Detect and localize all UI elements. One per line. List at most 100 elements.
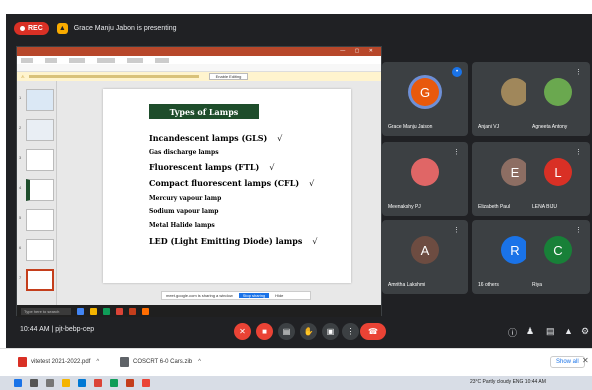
taskbar-app-icon bbox=[103, 307, 110, 315]
participant-name: 16 others bbox=[478, 282, 499, 288]
meet-window: REC ▲ Grace Manju Jabon is presenting — … bbox=[6, 14, 592, 348]
slide-title: Types of Lamps bbox=[149, 104, 259, 119]
lamp-item-text: Mercury vapour lamp bbox=[149, 195, 222, 202]
taskbar-app-icon bbox=[129, 307, 136, 315]
avatar bbox=[411, 158, 439, 186]
checkmark-icon: √ bbox=[309, 179, 315, 188]
participant-tile[interactable]: ⋮ Agneeta Antony bbox=[526, 62, 590, 136]
participant-tile[interactable]: A ⋮ Amritha Lakshmi bbox=[382, 220, 468, 294]
lamp-item: LED (Light Emitting Diode) lamps √ bbox=[149, 236, 317, 246]
lamp-item: Mercury vapour lamp bbox=[149, 195, 221, 202]
taskbar-app-icon bbox=[116, 307, 123, 315]
file-explorer-icon[interactable] bbox=[62, 379, 70, 387]
lamp-item-text: Compact fluorescent lamps (CFL) bbox=[149, 178, 300, 188]
avatar: R bbox=[501, 236, 529, 264]
recording-indicator: REC bbox=[14, 21, 49, 35]
powerpoint-menu bbox=[17, 56, 381, 64]
lamp-item: Fluorescent lamps (FTL) √ bbox=[149, 162, 274, 172]
avatar bbox=[544, 78, 572, 106]
show-all-button[interactable]: Show all bbox=[550, 356, 585, 368]
participant-name: Anjani VJ bbox=[478, 124, 500, 130]
app-icon[interactable] bbox=[142, 379, 150, 387]
meet-top-bar: REC ▲ Grace Manju Jabon is presenting bbox=[6, 14, 592, 42]
task-view-icon[interactable] bbox=[46, 379, 54, 387]
slide-thumbnail[interactable] bbox=[26, 239, 54, 261]
edge-icon[interactable] bbox=[78, 379, 86, 387]
more-options-icon[interactable]: ⋮ bbox=[342, 323, 359, 340]
participant-name: Amritha Lakshmi bbox=[388, 282, 426, 288]
avatar: A bbox=[411, 236, 439, 264]
chevron-up-icon[interactable]: ^ bbox=[198, 359, 201, 365]
close-icon[interactable]: ✕ bbox=[582, 356, 589, 365]
slide-thumbnail-selected[interactable] bbox=[26, 269, 54, 291]
lamp-item-text: Sodium vapour lamp bbox=[149, 208, 219, 215]
camera-off-icon[interactable]: ■ bbox=[256, 323, 273, 340]
mic-muted-icon: ⋮ bbox=[575, 69, 582, 76]
raise-hand-icon[interactable]: ✋ bbox=[300, 323, 317, 340]
lamp-item-text: Gas discharge lamps bbox=[149, 149, 219, 156]
avatar: G bbox=[411, 78, 439, 106]
slide-canvas: Types of Lamps Incandescent lamps (GLS) √… bbox=[103, 89, 351, 283]
stop-sharing-button[interactable]: Stop sharing bbox=[238, 293, 270, 298]
activities-icon[interactable]: ▲ bbox=[564, 326, 573, 336]
lamp-item: Sodium vapour lamp bbox=[149, 208, 219, 215]
slide-thumbnail[interactable] bbox=[26, 119, 54, 141]
present-screen-icon[interactable]: ▣ bbox=[322, 323, 339, 340]
search-icon[interactable] bbox=[30, 379, 38, 387]
participant-name: Meenakshy PJ bbox=[388, 204, 421, 210]
end-call-button[interactable]: ☎ bbox=[360, 323, 386, 340]
slide-thumbnail[interactable] bbox=[26, 179, 54, 201]
host-controls-icon[interactable]: ⚙ bbox=[581, 326, 589, 337]
sharing-toolbar: meet.google.com is sharing a window Stop… bbox=[161, 291, 311, 300]
download-item[interactable]: COSCRT 6-0 Cars.zib ^ bbox=[120, 357, 201, 367]
slide-editor: Types of Lamps Incandescent lamps (GLS) √… bbox=[57, 81, 381, 305]
slide-thumbnail[interactable] bbox=[26, 149, 54, 171]
powerpoint-ribbon bbox=[17, 64, 381, 72]
warning-icon: ⚠ bbox=[21, 74, 25, 79]
mic-muted-icon: ⋮ bbox=[453, 149, 460, 156]
lamp-item: Incandescent lamps (GLS) √ bbox=[149, 133, 282, 143]
protected-view-bar: ⚠ Enable Editing bbox=[17, 72, 381, 81]
participant-name: LENA BIJU bbox=[532, 204, 558, 210]
checkmark-icon: √ bbox=[277, 134, 283, 143]
participant-name: Riya bbox=[532, 282, 543, 288]
hide-button[interactable]: Hide bbox=[275, 293, 283, 298]
screenshot-frame: REC ▲ Grace Manju Jabon is presenting — … bbox=[0, 0, 592, 390]
window-controls[interactable]: — ▢ ✕ bbox=[340, 48, 377, 54]
participant-tile[interactable]: L ⋮ LENA BIJU bbox=[526, 142, 590, 216]
powerpoint-icon[interactable] bbox=[126, 379, 134, 387]
participant-name: Elizabeth Paul bbox=[478, 204, 510, 210]
avatar bbox=[501, 78, 529, 106]
participant-tile[interactable]: C ⋮ Riya bbox=[526, 220, 590, 294]
document-icon bbox=[120, 357, 129, 367]
avatar: L bbox=[544, 158, 572, 186]
windows-taskbar: 23°C Partly cloudy ENG 10:44 AM bbox=[0, 376, 592, 390]
people-icon[interactable]: ♟ bbox=[526, 326, 534, 337]
app-icon[interactable] bbox=[110, 379, 118, 387]
mic-off-icon[interactable]: ✕ bbox=[234, 323, 251, 340]
info-icon[interactable]: ⓘ bbox=[508, 326, 517, 339]
system-tray: 23°C Partly cloudy ENG 10:44 AM bbox=[470, 379, 546, 385]
chat-icon[interactable]: ▤ bbox=[546, 326, 555, 337]
avatar: C bbox=[544, 236, 572, 264]
audio-active-icon: • bbox=[452, 67, 462, 77]
enable-editing-button[interactable]: Enable Editing bbox=[208, 73, 249, 80]
lamp-item: Metal Halide lamps bbox=[149, 222, 215, 229]
download-item[interactable]: vitetest 2021-2022.pdf ^ bbox=[18, 357, 99, 367]
chrome-icon[interactable] bbox=[94, 379, 102, 387]
captions-icon[interactable]: ▤ bbox=[278, 323, 295, 340]
lamp-item: Gas discharge lamps bbox=[149, 149, 219, 156]
slide-thumbnail[interactable] bbox=[26, 209, 54, 231]
slide-thumbnail[interactable] bbox=[26, 89, 54, 111]
chevron-up-icon[interactable]: ^ bbox=[96, 359, 99, 365]
sharing-text: meet.google.com is sharing a window bbox=[166, 293, 233, 298]
participant-tile[interactable]: G • Grace Manju Jaison bbox=[382, 62, 468, 136]
recording-label: REC bbox=[28, 24, 43, 32]
windows-start-icon[interactable] bbox=[14, 379, 22, 387]
participant-tile[interactable]: ⋮ Meenakshy PJ bbox=[382, 142, 468, 216]
lamp-item-text: LED (Light Emitting Diode) lamps bbox=[149, 236, 303, 246]
mic-muted-icon: ⋮ bbox=[453, 227, 460, 234]
download-filename: vitetest 2021-2022.pdf bbox=[31, 359, 91, 365]
checkmark-icon: √ bbox=[312, 237, 318, 246]
presenting-text: Grace Manju Jabon is presenting bbox=[73, 24, 177, 32]
